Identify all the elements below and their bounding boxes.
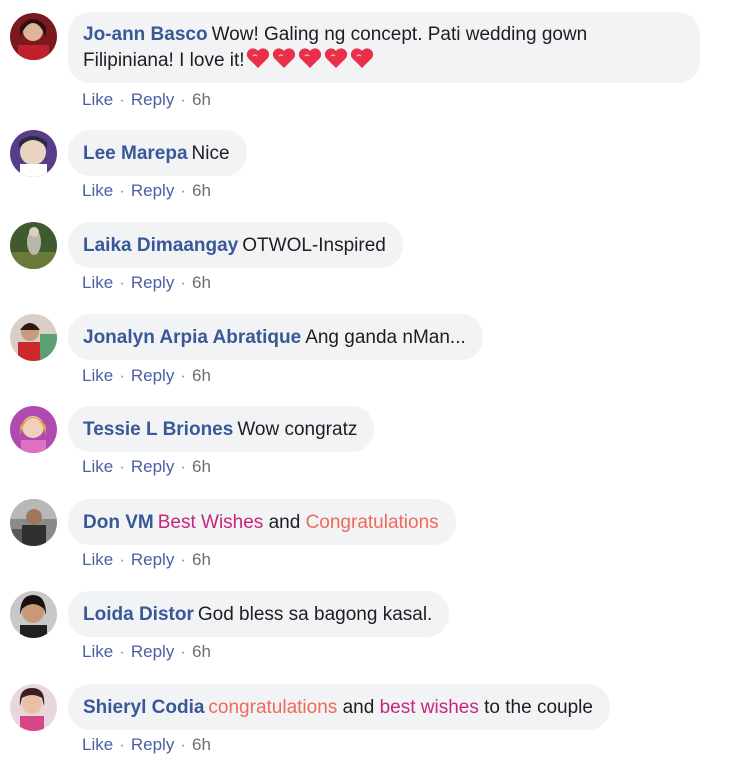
- comment-actions: Like · Reply · 6h: [82, 273, 211, 293]
- comment-actions: Like · Reply · 6h: [82, 366, 211, 386]
- comment-text: God bless sa bagong kasal.: [197, 604, 433, 625]
- heart-emoji-group: [245, 48, 375, 71]
- heart-icon: [324, 48, 347, 68]
- comment-actions: Like · Reply · 6h: [82, 550, 211, 570]
- avatar[interactable]: [10, 406, 57, 453]
- comment-timestamp[interactable]: 6h: [192, 273, 211, 292]
- separator-dot: ·: [119, 273, 125, 292]
- reply-button[interactable]: Reply: [131, 181, 174, 200]
- like-button[interactable]: Like: [82, 273, 113, 292]
- avatar[interactable]: [10, 130, 57, 177]
- comment-author-link[interactable]: Loida Distor: [83, 604, 194, 625]
- separator-dot: ·: [180, 457, 186, 476]
- comment-bubble: Jo-ann Basco Wow! Galing ng concept. Pati…: [68, 12, 700, 83]
- comment-author-link[interactable]: Lee Marepa: [83, 143, 188, 164]
- comment-actions: Like · Reply · 6h: [82, 642, 211, 662]
- comment-text-highlight: Congratulations: [305, 512, 439, 533]
- avatar[interactable]: [10, 499, 57, 546]
- comment-text: Wow congratz: [237, 419, 358, 440]
- like-button[interactable]: Like: [82, 550, 113, 569]
- separator-dot: ·: [119, 366, 125, 385]
- comment-text: OTWOL-Inspired: [242, 235, 386, 256]
- reply-button[interactable]: Reply: [131, 90, 174, 109]
- comment-timestamp[interactable]: 6h: [192, 90, 211, 109]
- comment-list: Jo-ann Basco Wow! Galing ng concept. Pati…: [0, 0, 750, 769]
- comment-bubble: Don VM Best Wishes and Congratulations: [68, 499, 456, 545]
- reply-button[interactable]: Reply: [131, 457, 174, 476]
- separator-dot: ·: [119, 90, 125, 109]
- like-button[interactable]: Like: [82, 90, 113, 109]
- comment-text: Nice: [191, 143, 230, 164]
- heart-icon: [350, 48, 373, 68]
- avatar[interactable]: [10, 222, 57, 269]
- reply-button[interactable]: Reply: [131, 642, 174, 661]
- heart-icon: [246, 48, 269, 68]
- comment-text-highlight: congratulations: [208, 697, 338, 718]
- avatar[interactable]: [10, 684, 57, 731]
- like-button[interactable]: Like: [82, 366, 113, 385]
- separator-dot: ·: [180, 181, 186, 200]
- comment-author-link[interactable]: Laika Dimaangay: [83, 235, 238, 256]
- comment-bubble: Laika Dimaangay OTWOL-Inspired: [68, 222, 403, 268]
- comment-bubble: Loida Distor God bless sa bagong kasal.: [68, 591, 450, 637]
- comment-actions: Like · Reply · 6h: [82, 735, 211, 755]
- separator-dot: ·: [180, 550, 186, 569]
- comment-author-link[interactable]: Jo-ann Basco: [83, 24, 208, 45]
- separator-dot: ·: [180, 735, 186, 754]
- reply-button[interactable]: Reply: [131, 366, 174, 385]
- separator-dot: ·: [119, 181, 125, 200]
- comment-actions: Like · Reply · 6h: [82, 90, 211, 110]
- separator-dot: ·: [180, 90, 186, 109]
- like-button[interactable]: Like: [82, 642, 113, 661]
- comment-text: Ang ganda nMan...: [305, 327, 466, 348]
- like-button[interactable]: Like: [82, 181, 113, 200]
- comment-timestamp[interactable]: 6h: [192, 181, 211, 200]
- comment-text-highlight: best wishes: [379, 697, 479, 718]
- avatar[interactable]: [10, 314, 57, 361]
- comment-bubble: Lee Marepa Nice: [68, 130, 247, 176]
- avatar[interactable]: [10, 13, 57, 60]
- comment-actions: Like · Reply · 6h: [82, 457, 211, 477]
- heart-icon: [298, 48, 321, 68]
- comment-timestamp[interactable]: 6h: [192, 366, 211, 385]
- like-button[interactable]: Like: [82, 457, 113, 476]
- separator-dot: ·: [180, 642, 186, 661]
- separator-dot: ·: [119, 642, 125, 661]
- separator-dot: ·: [180, 366, 186, 385]
- comment-bubble: Shieryl Codia congratulations and best wi…: [68, 684, 610, 730]
- comment-timestamp[interactable]: 6h: [192, 735, 211, 754]
- heart-icon: [272, 48, 295, 68]
- comment-bubble: Tessie L Briones Wow congratz: [68, 406, 375, 452]
- comment-actions: Like · Reply · 6h: [82, 181, 211, 201]
- comment-timestamp[interactable]: 6h: [192, 642, 211, 661]
- separator-dot: ·: [119, 457, 125, 476]
- comment-author-link[interactable]: Tessie L Briones: [83, 419, 233, 440]
- comment-author-link[interactable]: Jonalyn Arpia Abratique: [83, 327, 301, 348]
- comment-text-highlight: Best Wishes: [157, 512, 264, 533]
- separator-dot: ·: [119, 735, 125, 754]
- reply-button[interactable]: Reply: [131, 550, 174, 569]
- comment-text: and: [263, 512, 306, 533]
- comment-timestamp[interactable]: 6h: [192, 550, 211, 569]
- separator-dot: ·: [119, 550, 125, 569]
- comment-author-link[interactable]: Shieryl Codia: [83, 697, 204, 718]
- comment-timestamp[interactable]: 6h: [192, 457, 211, 476]
- comment-bubble: Jonalyn Arpia Abratique Ang ganda nMan...: [68, 314, 483, 360]
- comment-text: to the couple: [478, 697, 593, 718]
- comment-author-link[interactable]: Don VM: [83, 512, 154, 533]
- comment-text: and: [337, 697, 380, 718]
- avatar[interactable]: [10, 591, 57, 638]
- separator-dot: ·: [180, 273, 186, 292]
- reply-button[interactable]: Reply: [131, 273, 174, 292]
- like-button[interactable]: Like: [82, 735, 113, 754]
- reply-button[interactable]: Reply: [131, 735, 174, 754]
